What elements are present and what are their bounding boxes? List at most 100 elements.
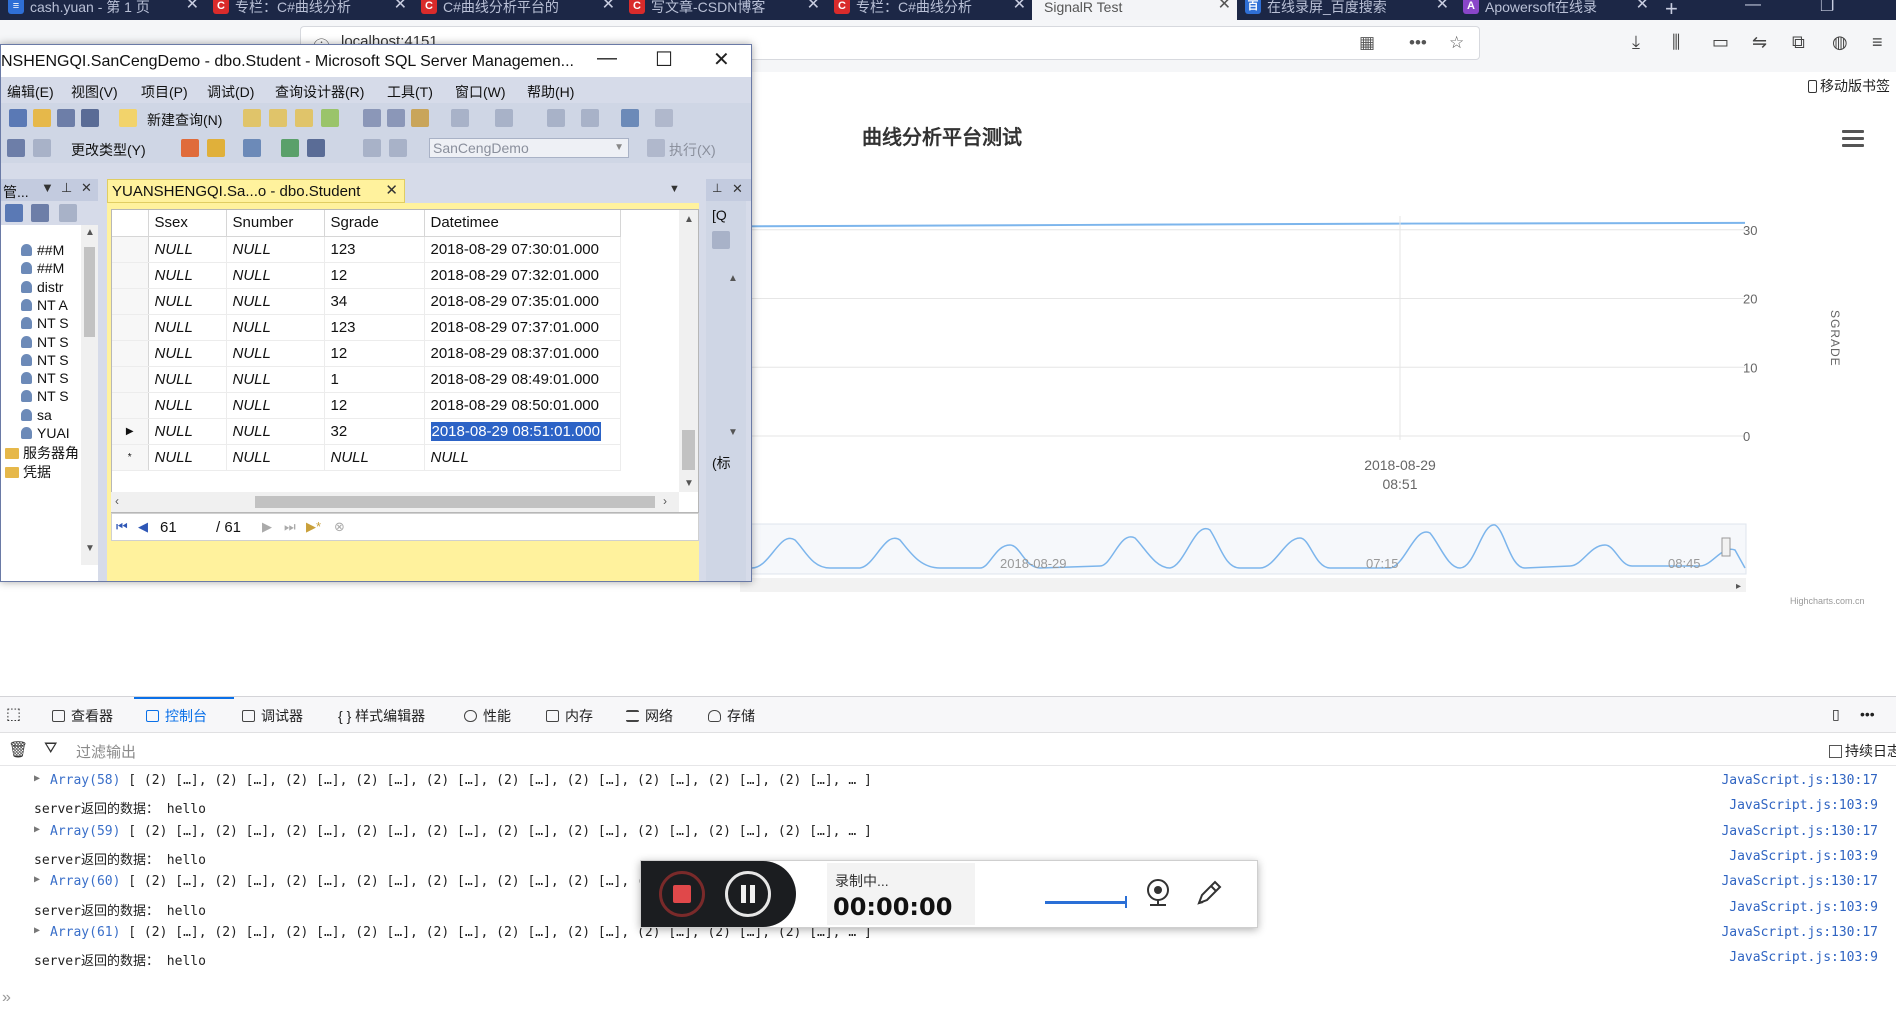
table-row[interactable]: * NULL NULL NULL NULL: [112, 444, 621, 471]
table-cell[interactable]: NULL: [226, 236, 325, 263]
browser-tab[interactable]: A Apowersoft在线录 ✕: [1455, 0, 1655, 20]
query-icon[interactable]: [321, 109, 339, 127]
tab-console[interactable]: 控制台: [146, 706, 207, 726]
change-type-button[interactable]: 更改类型(Y): [71, 140, 146, 160]
save-all-icon[interactable]: [81, 109, 99, 127]
next-record-icon[interactable]: ▶: [262, 519, 272, 535]
table-icon[interactable]: [281, 139, 299, 157]
close-icon[interactable]: ✕: [602, 0, 615, 13]
console-log-entry[interactable]: ▶ Array(59) [ (2) […], (2) […], (2) […], …: [0, 820, 1896, 845]
log-source-link[interactable]: JavaScript.js:130:17: [1721, 773, 1878, 788]
sort-icon[interactable]: [712, 231, 730, 249]
sync-icon[interactable]: ⇋: [1752, 32, 1767, 53]
column-header[interactable]: Sgrade: [324, 210, 425, 237]
row-selector[interactable]: [112, 392, 149, 419]
filter-icon[interactable]: [243, 139, 261, 157]
browser-tab[interactable]: 百 在线录屏_百度搜索 ✕: [1237, 0, 1455, 20]
connect-icon[interactable]: [5, 204, 23, 222]
sidebar-icon[interactable]: ▭: [1712, 32, 1729, 53]
table-row[interactable]: ▶ NULL NULL 32 2018-08-29 08:51:01.000: [112, 418, 621, 445]
query-icon[interactable]: [295, 109, 313, 127]
document-tab[interactable]: YUANSHENGQI.Sa...o - dbo.Student ✕: [107, 179, 405, 203]
screenshot-icon[interactable]: ⧉: [1792, 32, 1805, 53]
maximize-icon[interactable]: ☐: [655, 47, 673, 72]
log-source-link[interactable]: JavaScript.js:130:17: [1721, 925, 1878, 940]
scroll-down-icon[interactable]: ▼: [85, 543, 95, 554]
table-cell[interactable]: NULL: [226, 340, 325, 367]
scroll-up-icon[interactable]: ▲: [728, 273, 738, 284]
tab-debugger[interactable]: 调试器: [242, 706, 303, 726]
tab-overflow-icon[interactable]: ▼: [669, 183, 680, 195]
table-cell[interactable]: NULL: [148, 314, 227, 341]
tab-storage[interactable]: 存储: [708, 706, 755, 726]
table-cell[interactable]: 34: [324, 288, 425, 315]
scroll-right-icon[interactable]: ›: [663, 494, 667, 508]
expand-icon[interactable]: ▶: [34, 874, 40, 885]
row-selector[interactable]: [112, 288, 149, 315]
volume-handle[interactable]: [1125, 896, 1127, 908]
row-selector[interactable]: ▶: [112, 418, 149, 445]
explorer-scrollbar[interactable]: ▲ ▼: [81, 225, 98, 565]
row-selector[interactable]: [112, 236, 149, 263]
menu-icon[interactable]: ≡: [1872, 32, 1883, 53]
star-icon[interactable]: ☆: [1449, 33, 1464, 53]
column-header[interactable]: Snumber: [226, 210, 325, 237]
table-row[interactable]: NULL NULL 1 2018-08-29 08:49:01.000: [112, 366, 621, 393]
tree-item[interactable]: NT S: [21, 315, 69, 331]
table-cell[interactable]: 2018-08-29 07:35:01.000: [424, 288, 621, 315]
pin-icon[interactable]: ⊥: [712, 181, 722, 195]
minimize-icon[interactable]: —: [1745, 0, 1761, 14]
table-cell[interactable]: NULL: [148, 392, 227, 419]
mobile-bookmarks[interactable]: 移动版书签: [1808, 76, 1890, 96]
tree-item[interactable]: ##M: [21, 260, 64, 276]
volume-slider[interactable]: [1045, 901, 1125, 904]
download-icon[interactable]: ⤓: [1632, 32, 1640, 53]
navigator-scrollbar[interactable]: [740, 578, 1746, 592]
table-cell[interactable]: 123: [324, 314, 425, 341]
mask-icon[interactable]: ◍: [1832, 32, 1848, 53]
grid-vertical-scrollbar[interactable]: ▲ ▼: [679, 210, 698, 492]
scroll-down-icon[interactable]: ▼: [684, 478, 694, 489]
close-icon[interactable]: ✕: [186, 0, 199, 13]
library-icon[interactable]: ⫼: [1672, 32, 1680, 53]
column-header[interactable]: Datetimee: [424, 210, 621, 237]
play-icon[interactable]: [655, 109, 673, 127]
table-cell[interactable]: NULL: [226, 366, 325, 393]
verify-icon[interactable]: [207, 139, 225, 157]
table-row[interactable]: NULL NULL 123 2018-08-29 07:30:01.000: [112, 236, 621, 263]
menu-project[interactable]: 项目(P): [141, 82, 188, 102]
navigate-icon[interactable]: [547, 109, 565, 127]
log-source-link[interactable]: JavaScript.js:103:9: [1729, 900, 1878, 915]
navigate-icon[interactable]: [581, 109, 599, 127]
table-cell[interactable]: 1: [324, 366, 425, 393]
table-cell[interactable]: 12: [324, 392, 425, 419]
new-record-icon[interactable]: ▶*: [306, 519, 321, 535]
dropdown-icon[interactable]: ▼: [41, 180, 54, 195]
expand-icon[interactable]: ▶: [34, 925, 40, 936]
scrollbar-thumb[interactable]: [84, 247, 95, 337]
restore-icon[interactable]: ❐: [1820, 0, 1834, 16]
log-source-link[interactable]: JavaScript.js:103:9: [1729, 849, 1878, 864]
table-row[interactable]: NULL NULL 12 2018-08-29 08:37:01.000: [112, 340, 621, 367]
tree-item[interactable]: NT S: [21, 352, 69, 368]
table-cell[interactable]: NULL: [424, 444, 621, 471]
stop-icon[interactable]: [59, 204, 77, 222]
table-cell[interactable]: NULL: [148, 418, 227, 445]
menu-debug[interactable]: 调试(D): [207, 82, 254, 102]
row-selector[interactable]: [112, 262, 149, 289]
tree-item[interactable]: distr: [21, 279, 63, 295]
filter-icon[interactable]: ⛛: [44, 740, 57, 758]
browser-tab[interactable]: C 专栏：C#曲线分析 ✕: [205, 0, 413, 20]
execute-button[interactable]: 执行(X): [669, 140, 716, 160]
tab-inspector[interactable]: 查看器: [52, 706, 113, 726]
close-icon[interactable]: ✕: [81, 180, 92, 196]
table-row[interactable]: NULL NULL 12 2018-08-29 08:50:01.000: [112, 392, 621, 419]
close-icon[interactable]: ✕: [713, 47, 730, 72]
pause-button[interactable]: [725, 871, 771, 917]
last-record-icon[interactable]: ⏭: [284, 519, 296, 535]
table-cell[interactable]: 2018-08-29 07:30:01.000: [424, 236, 621, 263]
scroll-down-icon[interactable]: ▼: [728, 427, 738, 438]
chart-menu-icon[interactable]: [1842, 130, 1864, 151]
table-row[interactable]: NULL NULL 34 2018-08-29 07:35:01.000: [112, 288, 621, 315]
table-cell[interactable]: 32: [324, 418, 425, 445]
